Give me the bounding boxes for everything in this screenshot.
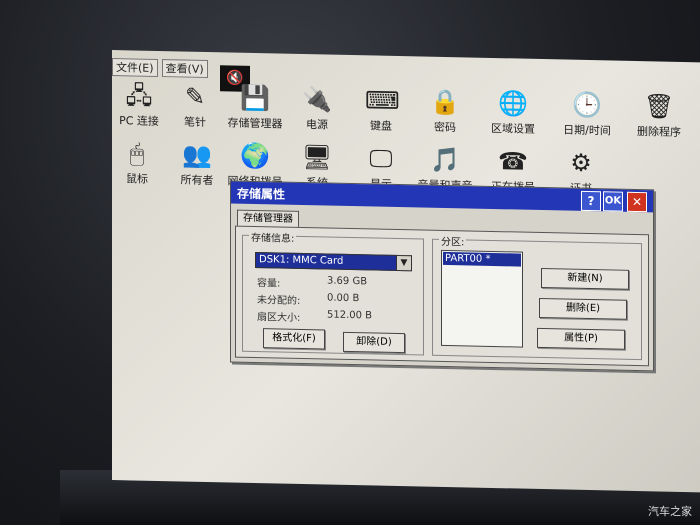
- dialog-title: 存储属性: [237, 186, 286, 202]
- partition-list[interactable]: PART00 *: [441, 249, 523, 348]
- region-item[interactable]: 🌐 区域设置: [478, 88, 548, 137]
- icon-label: 删除程序: [637, 124, 681, 139]
- close-icon[interactable]: ✕: [627, 191, 647, 213]
- storage-properties-dialog: 存储属性 ? OK ✕ 存储管理器 存储信息: DSK1: MMC Card ▼…: [230, 180, 654, 372]
- new-partition-button[interactable]: 新建(N): [541, 267, 629, 290]
- mouse-icon: 🖱: [129, 139, 145, 168]
- remove-programs-item[interactable]: 🗑 删除程序: [624, 91, 694, 140]
- icon-label: 笔针: [184, 115, 206, 129]
- power-icon: 🔌: [302, 84, 332, 114]
- gear-icon: ⚙: [570, 148, 592, 178]
- unallocated-label: 未分配的:: [257, 295, 301, 307]
- icon-label: 区域设置: [491, 121, 535, 136]
- password-item[interactable]: 🔒 密码: [410, 86, 480, 135]
- capacity-value: 3.69 GB: [327, 275, 368, 288]
- storage-select[interactable]: DSK1: MMC Card ▼: [255, 251, 412, 272]
- sector-size-label: 扇区大小:: [257, 312, 301, 324]
- keyboard-icon: ⌨: [365, 86, 400, 116]
- pc-connection-icon: 🖧: [125, 81, 153, 110]
- power-item[interactable]: 🔌 电源: [282, 84, 352, 133]
- people-icon: 👥: [182, 140, 212, 170]
- format-button[interactable]: 格式化(F): [263, 328, 325, 350]
- capacity-label: 容量:: [257, 278, 281, 290]
- menubar: 文件(E) 查看(V): [112, 58, 208, 79]
- unallocated-value: 0.00 B: [327, 292, 360, 305]
- chevron-down-icon[interactable]: ▼: [396, 254, 412, 272]
- lock-icon: 🔒: [430, 87, 460, 117]
- network-globe-icon: 🌍: [240, 141, 270, 171]
- watermark: 汽车之家: [648, 505, 692, 518]
- help-button[interactable]: ?: [581, 190, 601, 212]
- partition-group: 分区: PART00 * 新建(N) 删除(E) 属性(P): [432, 232, 642, 361]
- storage-info-group: 存储信息: DSK1: MMC Card ▼ 容量: 3.69 GB 未分配的:…: [242, 228, 424, 356]
- date-time-item[interactable]: 🕒 日期/时间: [552, 89, 622, 138]
- list-item[interactable]: PART00 *: [443, 251, 521, 267]
- phone-icon: ☎: [498, 147, 528, 176]
- menu-view[interactable]: 查看(V): [161, 59, 208, 79]
- monitor-icon: 🖵: [369, 144, 393, 173]
- delete-partition-button[interactable]: 删除(E): [539, 297, 627, 320]
- ok-button[interactable]: OK: [603, 191, 623, 212]
- globe-icon: 🌐: [498, 89, 528, 118]
- sector-size-value: 512.00 B: [327, 309, 373, 322]
- icon-label: 键盘: [370, 119, 392, 133]
- icon-label: 鼠标: [126, 172, 148, 186]
- icon-label: PC 连接: [119, 114, 159, 128]
- icon-label: 日期/时间: [563, 123, 611, 138]
- menu-file[interactable]: 文件(E): [112, 58, 158, 77]
- computer-icon: 🖥: [301, 142, 333, 172]
- partition-label: 分区:: [439, 232, 467, 249]
- stylus-icon: ✎: [184, 82, 206, 111]
- storage-info-label: 存储信息:: [249, 228, 297, 245]
- icon-label: 所有者: [180, 173, 214, 188]
- selected-storage: DSK1: MMC Card: [259, 254, 344, 267]
- tab-panel: 存储信息: DSK1: MMC Card ▼ 容量: 3.69 GB 未分配的:…: [235, 225, 649, 367]
- unmount-button[interactable]: 卸除(D): [343, 331, 405, 354]
- icon-label: 密码: [434, 120, 456, 135]
- keyboard-item[interactable]: ⌨ 键盘: [346, 85, 416, 134]
- storage-manager-item[interactable]: 💾 存储管理器: [220, 82, 290, 131]
- properties-button[interactable]: 属性(P): [537, 327, 625, 350]
- screen: 文件(E) 查看(V) 🔇 🖧 PC 连接 ✎ 笔针 💾 存储管理器 🔌 电源 …: [112, 50, 700, 493]
- music-icon: 🎵: [430, 145, 460, 175]
- storage-manager-icon: 💾: [240, 83, 270, 113]
- icon-label: 电源: [306, 118, 328, 132]
- windows-icon: 🗑: [643, 92, 675, 121]
- icon-label: 存储管理器: [227, 116, 283, 131]
- clock-icon: 🕒: [572, 90, 602, 120]
